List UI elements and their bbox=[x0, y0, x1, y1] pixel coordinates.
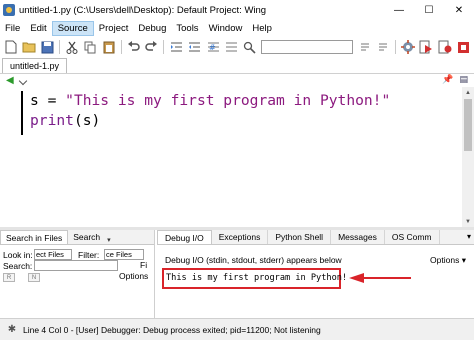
find-button[interactable]: Fi bbox=[140, 260, 147, 270]
toolbar-divider bbox=[120, 40, 122, 54]
tab-messages[interactable]: Messages bbox=[331, 230, 385, 244]
annotation-arrow-line bbox=[363, 277, 411, 279]
save-icon[interactable] bbox=[40, 39, 55, 55]
search-text-input[interactable] bbox=[34, 260, 118, 271]
tab-exceptions[interactable]: Exceptions bbox=[212, 230, 269, 244]
minimize-button[interactable]: — bbox=[384, 0, 414, 20]
outdent-icon[interactable] bbox=[187, 39, 202, 55]
search-panel: Search in Files Search ▾ Look in: ect Fi… bbox=[0, 230, 155, 318]
title-bar: untitled-1.py (C:\Users\dell\Desktop): D… bbox=[0, 0, 474, 20]
new-file-icon[interactable] bbox=[3, 39, 18, 55]
back-arrow-icon[interactable]: ◀ bbox=[6, 75, 14, 86]
code-line-1: s = "This is my first program in Python!… bbox=[30, 91, 390, 111]
window-title: untitled-1.py (C:\Users\dell\Desktop): D… bbox=[19, 4, 267, 16]
look-in-label: Look in: bbox=[3, 250, 33, 260]
redo-icon[interactable] bbox=[144, 39, 159, 55]
scroll-down-icon[interactable]: ▼ bbox=[462, 216, 474, 227]
look-in-select[interactable]: ect Files bbox=[34, 249, 72, 260]
uncomment-icon[interactable] bbox=[224, 39, 239, 55]
tab-search-in-files[interactable]: Search in Files bbox=[0, 230, 69, 244]
chevron-down-icon: ▾ bbox=[461, 255, 466, 265]
options-label: Options bbox=[430, 255, 460, 265]
search-panel-tabs: Search in Files Search ▾ bbox=[0, 230, 154, 245]
tab-debug-io[interactable]: Debug I/O bbox=[157, 230, 212, 244]
debug-io-header: Debug I/O (stdin, stdout, stderr) appear… bbox=[165, 255, 342, 265]
paste-icon[interactable] bbox=[101, 39, 116, 55]
stop-icon[interactable] bbox=[455, 39, 470, 55]
open-folder-icon[interactable] bbox=[21, 39, 36, 55]
code-variable: s = bbox=[30, 92, 66, 109]
toolbar-search-input[interactable] bbox=[260, 40, 354, 54]
editor-gutter-marker bbox=[21, 91, 23, 135]
code-arguments: (s) bbox=[73, 112, 101, 129]
pin-icon[interactable]: 📌 bbox=[442, 74, 453, 85]
indent-icon[interactable] bbox=[168, 39, 183, 55]
code-string: "This is my first program in Python!" bbox=[65, 92, 391, 109]
menu-window[interactable]: Window bbox=[204, 22, 248, 35]
split-icon[interactable]: ▤ bbox=[459, 74, 468, 85]
chevron-down-icon[interactable] bbox=[18, 76, 27, 85]
menu-bar: File Edit Source Project Debug Tools Win… bbox=[0, 20, 474, 37]
debug-output-text: This is my first program in Python! bbox=[166, 273, 348, 283]
close-button[interactable]: ✕ bbox=[444, 0, 474, 20]
code-line-2: print(s) bbox=[30, 111, 390, 131]
search-label: Search: bbox=[3, 261, 33, 271]
toolbar-divider bbox=[163, 40, 165, 54]
maximize-button[interactable]: ☐ bbox=[414, 0, 444, 20]
toolbar-divider bbox=[395, 40, 397, 54]
search-icon[interactable] bbox=[242, 39, 257, 55]
code-keyword: print bbox=[30, 112, 74, 129]
menu-edit[interactable]: Edit bbox=[25, 22, 51, 35]
tab-python-shell[interactable]: Python Shell bbox=[268, 230, 332, 244]
copy-icon[interactable] bbox=[83, 39, 98, 55]
tab-search[interactable]: Search bbox=[68, 230, 105, 244]
filter-select[interactable]: ce Files bbox=[104, 249, 144, 260]
chevron-down-icon[interactable]: ▾ bbox=[107, 236, 111, 244]
editor-navigation-bar: ◀ 📌 ▤ bbox=[0, 73, 474, 87]
window-controls: — ☐ ✕ bbox=[384, 0, 474, 20]
menu-tools[interactable]: Tools bbox=[171, 22, 203, 35]
regex-toggle[interactable]: R bbox=[3, 273, 15, 282]
toolbar: # bbox=[0, 37, 474, 57]
tab-os-commands[interactable]: OS Comm bbox=[385, 230, 440, 244]
wing-app-icon bbox=[3, 4, 15, 16]
annotation-arrow-head bbox=[349, 273, 364, 283]
status-bar: ✱ Line 4 Col 0 - [User] Debugger: Debug … bbox=[0, 318, 474, 340]
find-prev-icon[interactable] bbox=[376, 39, 391, 55]
debug-options-menu[interactable]: Options ▾ bbox=[430, 255, 466, 266]
menu-file[interactable]: File bbox=[0, 22, 25, 35]
editor-tab-strip: untitled-1.py bbox=[0, 57, 474, 73]
cut-icon[interactable] bbox=[64, 39, 79, 55]
toolbar-divider bbox=[59, 40, 61, 54]
menu-help[interactable]: Help bbox=[247, 22, 277, 35]
editor-options-icons: 📌 ▤ bbox=[442, 74, 468, 85]
editor-file-tab[interactable]: untitled-1.py bbox=[2, 58, 68, 73]
menu-source[interactable]: Source bbox=[51, 21, 94, 36]
status-text: Line 4 Col 0 - [User] Debugger: Debug pr… bbox=[23, 324, 321, 335]
tool-panel-tabs: Debug I/O Exceptions Python Shell Messag… bbox=[157, 230, 474, 245]
bug-icon: ✱ bbox=[7, 324, 17, 335]
code-editor[interactable]: s = "This is my first program in Python!… bbox=[0, 87, 474, 227]
whole-word-toggle[interactable]: N bbox=[28, 273, 40, 282]
comment-icon[interactable]: # bbox=[205, 39, 220, 55]
debug-io-panel: Debug I/O Exceptions Python Shell Messag… bbox=[157, 230, 474, 318]
editor-vertical-scrollbar[interactable]: ▲ ▼ bbox=[462, 87, 474, 227]
undo-icon[interactable] bbox=[126, 39, 141, 55]
filter-label: Filter: bbox=[78, 250, 100, 260]
settings-icon[interactable] bbox=[400, 39, 415, 55]
debug-run-icon[interactable] bbox=[419, 39, 434, 55]
scrollbar-thumb[interactable] bbox=[464, 99, 472, 151]
menu-project[interactable]: Project bbox=[94, 22, 134, 35]
menu-debug[interactable]: Debug bbox=[133, 22, 171, 35]
chevron-down-icon[interactable]: ▾ bbox=[467, 232, 471, 241]
find-next-icon[interactable] bbox=[357, 39, 372, 55]
search-options-button[interactable]: Options bbox=[119, 271, 148, 281]
code-content[interactable]: s = "This is my first program in Python!… bbox=[30, 91, 390, 131]
record-icon[interactable] bbox=[437, 39, 452, 55]
svg-text:#: # bbox=[209, 43, 216, 52]
scroll-up-icon[interactable]: ▲ bbox=[462, 87, 474, 98]
